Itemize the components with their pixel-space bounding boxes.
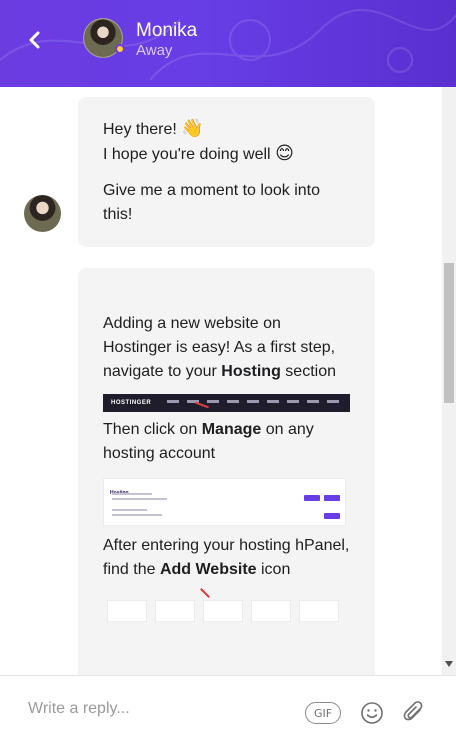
message-line: I hope you're doing well 😊 xyxy=(103,142,350,167)
chevron-left-icon xyxy=(29,31,40,49)
hosting-accounts-screenshot[interactable]: Hosting xyxy=(103,478,346,526)
screenshot-tile xyxy=(203,600,243,622)
message-bold-text: Hosting xyxy=(221,363,281,380)
screenshot-tile xyxy=(251,600,291,622)
scroll-down-icon[interactable] xyxy=(445,661,453,667)
hosting-nav-screenshot[interactable]: HOSTINGER xyxy=(103,394,350,412)
message-text: Give me a moment to look into this! xyxy=(103,182,320,223)
screenshot-menu xyxy=(167,400,339,403)
message-list[interactable]: Hey there! 👋 I hope you're doing well 😊 … xyxy=(0,87,456,675)
back-button[interactable] xyxy=(20,24,48,56)
screenshot-logo: HOSTINGER xyxy=(111,400,152,406)
message-paragraph: Adding a new website on Hostinger is eas… xyxy=(103,312,350,384)
attach-button[interactable] xyxy=(402,699,426,725)
waving-hand-icon: 👋 xyxy=(181,118,204,139)
agent-avatar xyxy=(83,18,125,60)
message-bubble: Adding a new website on Hostinger is eas… xyxy=(78,268,375,675)
message-text: section xyxy=(280,363,336,380)
away-status-dot xyxy=(115,44,125,54)
message-paragraph: After entering your hosting hPanel, find… xyxy=(103,534,350,582)
agent-status: Away xyxy=(136,42,173,59)
chat-header: Monika Away xyxy=(0,0,456,87)
message-paragraph: Then click on Manage on any hosting acco… xyxy=(103,418,350,466)
pointer-arrow xyxy=(200,588,210,598)
screenshot-tile xyxy=(107,600,147,622)
message-text: icon xyxy=(256,561,291,578)
paperclip-icon xyxy=(403,701,423,721)
message-bold-text: Add Website xyxy=(159,561,257,578)
message-bold-text: Manage xyxy=(201,421,262,438)
scrollbar-thumb[interactable] xyxy=(444,263,454,403)
add-website-screenshot[interactable] xyxy=(103,588,346,622)
sender-avatar xyxy=(24,195,61,232)
message-bubble: Hey there! 👋 I hope you're doing well 😊 … xyxy=(78,97,375,247)
screenshot-tile xyxy=(299,600,339,622)
message-text: Then click on xyxy=(103,421,202,438)
scrollbar[interactable] xyxy=(442,87,456,675)
reply-input[interactable] xyxy=(28,698,278,720)
message-text: I hope you're doing well xyxy=(103,146,271,163)
reply-composer: GIF xyxy=(0,675,456,734)
header-pattern xyxy=(0,9,456,81)
smiling-face-icon: 😊 xyxy=(275,143,294,164)
message-line: Hey there! 👋 xyxy=(103,117,350,142)
smiley-icon xyxy=(361,702,383,724)
gif-button[interactable]: GIF xyxy=(305,702,341,724)
screenshot-tile xyxy=(155,600,195,622)
message-text: Hey there! xyxy=(103,121,177,138)
emoji-button[interactable] xyxy=(360,701,384,725)
agent-name: Monika xyxy=(136,20,198,41)
